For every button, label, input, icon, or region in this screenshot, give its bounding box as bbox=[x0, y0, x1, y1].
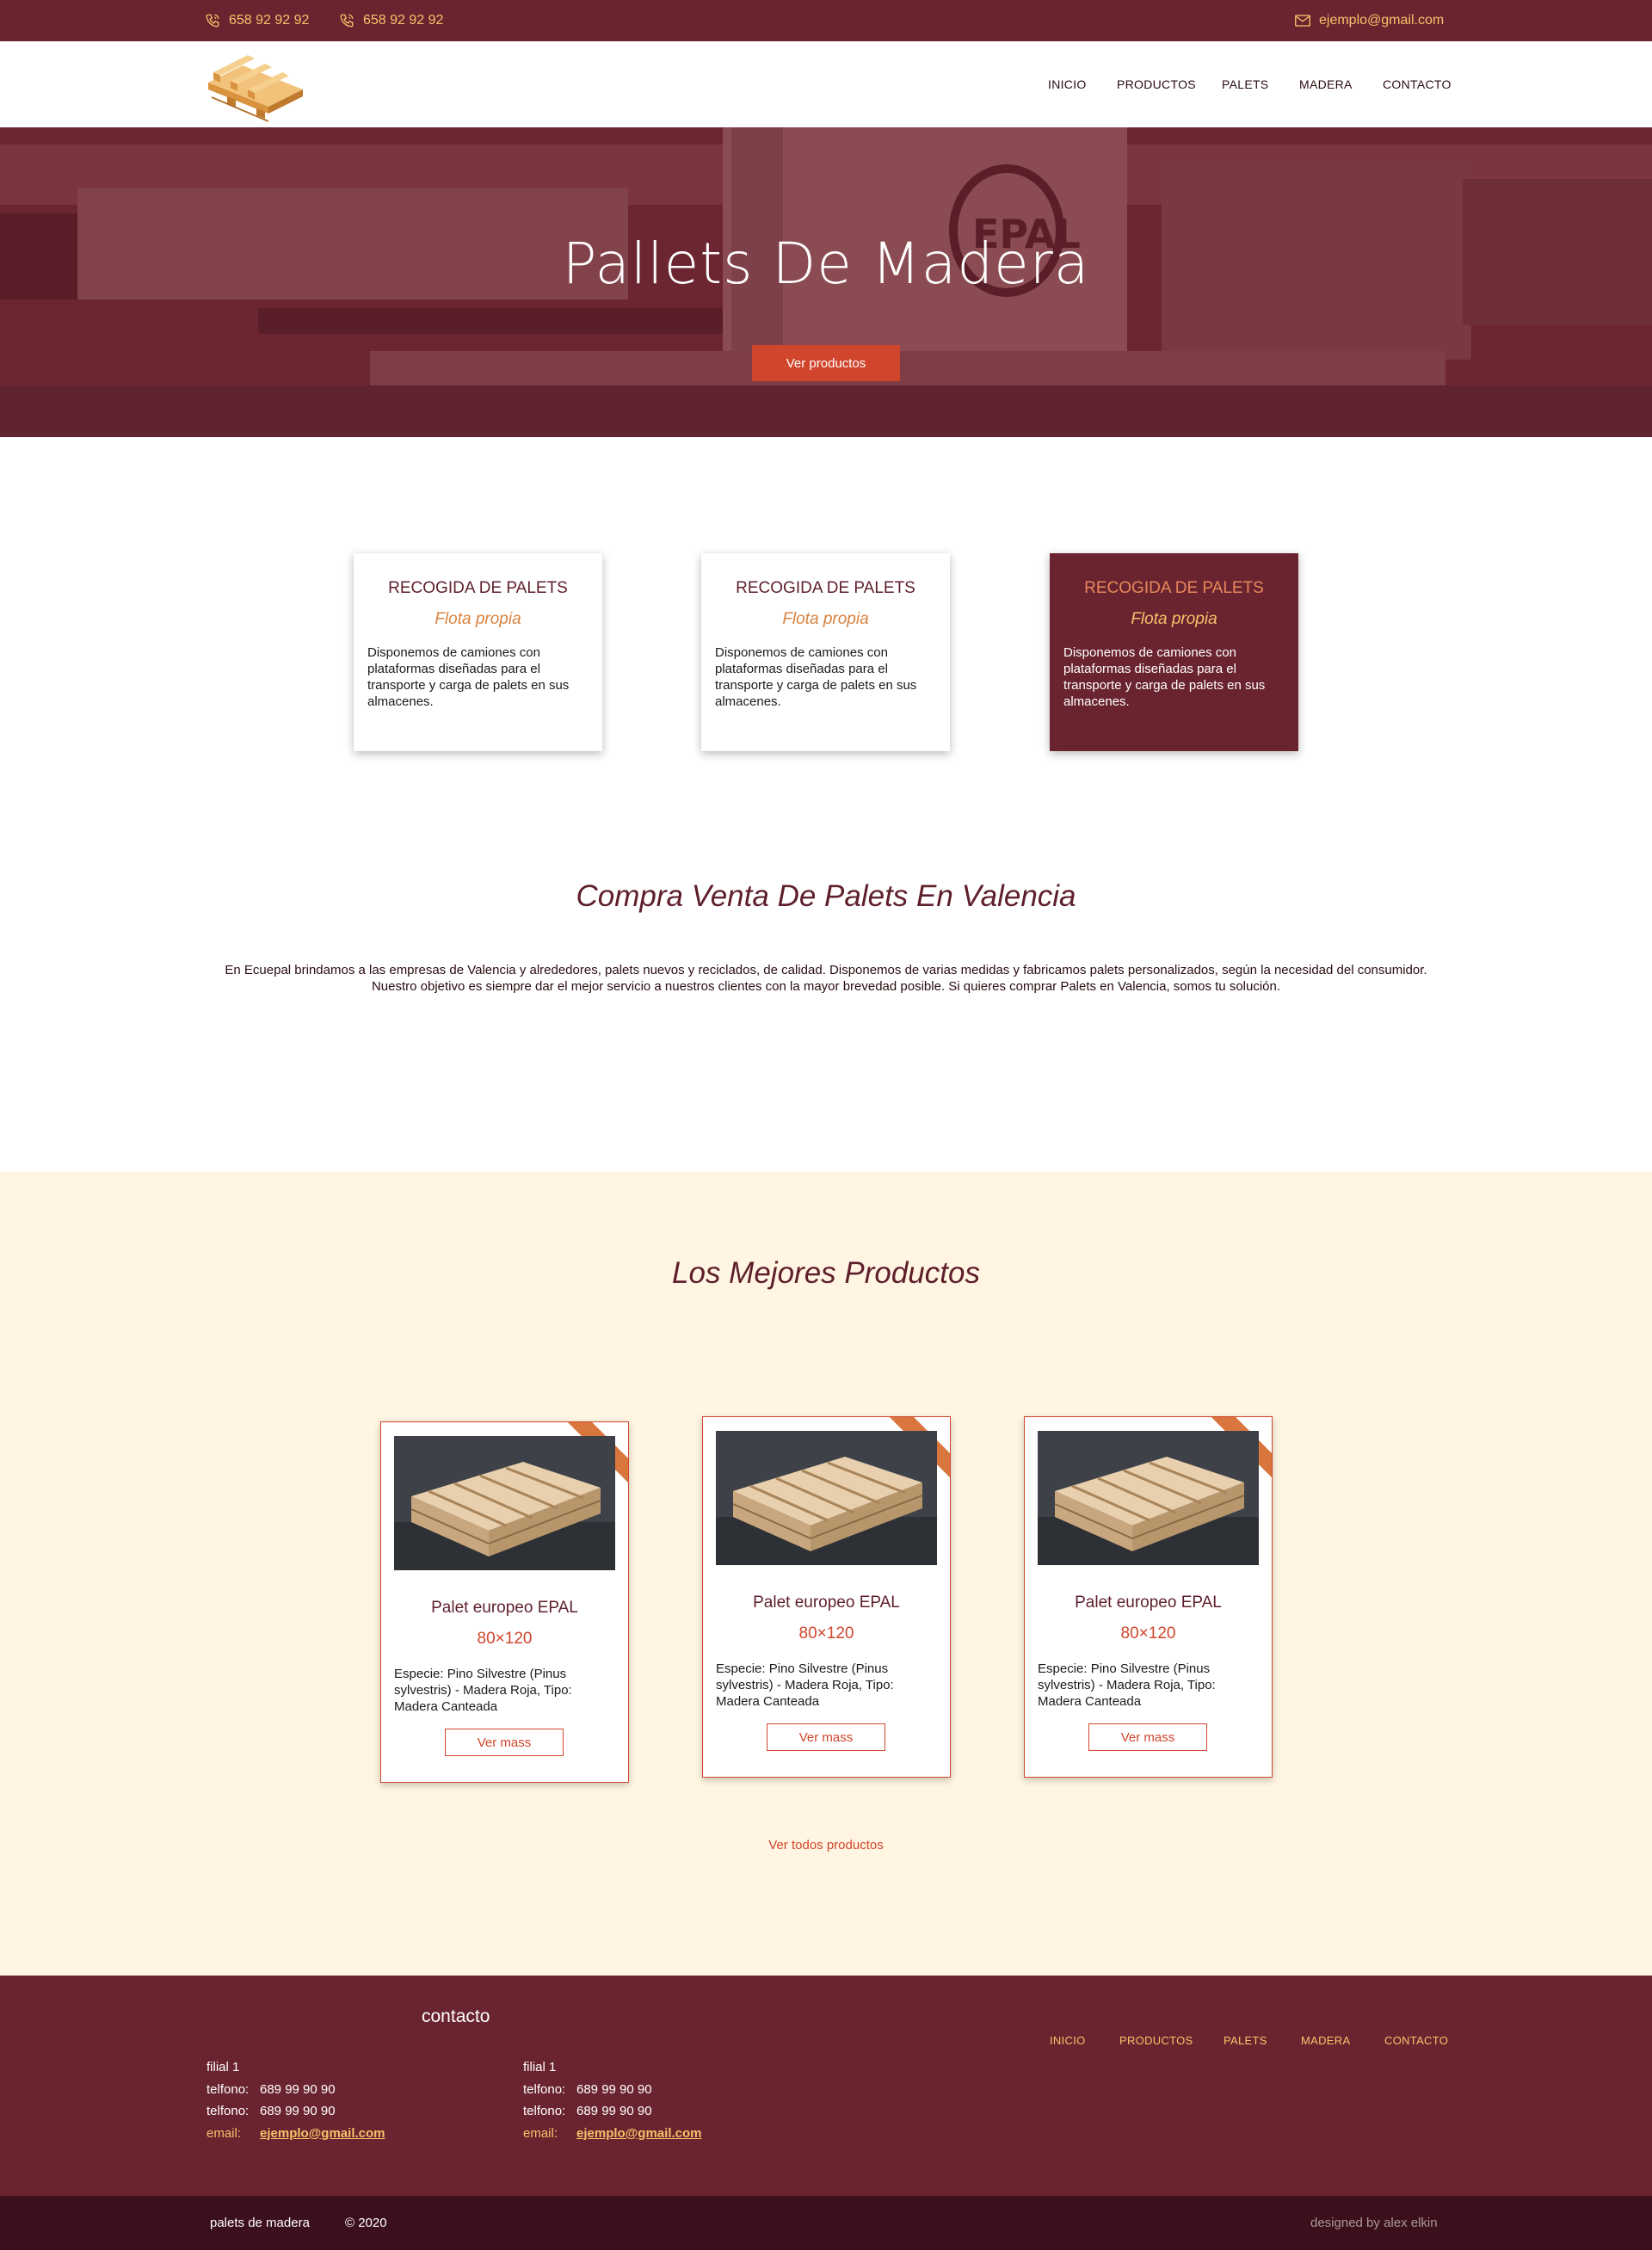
product-name: Palet europeo EPAL bbox=[1075, 1593, 1222, 1612]
view-more-button[interactable]: Ver mass bbox=[767, 1723, 885, 1751]
nav-palets[interactable]: PALETS bbox=[1222, 77, 1268, 91]
pallet-product-image bbox=[394, 1436, 615, 1570]
phone-label: telfono: bbox=[206, 2081, 250, 2097]
hero-banner: EPAL Pallets De Madera Ver productos bbox=[0, 127, 1652, 437]
branch-contact: filial 1 telfono: 689 99 90 90 telfono: 68… bbox=[523, 2056, 702, 2144]
phone-label: telfono: bbox=[523, 2104, 566, 2118]
bottom-bar: palets de madera © 2020 designed by alex… bbox=[0, 2196, 1652, 2250]
envelope-icon bbox=[1295, 15, 1310, 27]
feature-subtitle: Flota propia bbox=[435, 610, 521, 628]
footer-nav-palets[interactable]: PALETS bbox=[1224, 2034, 1267, 2047]
site-header: INICIO PRODUCTOS PALETS MADERA CONTACTO bbox=[0, 41, 1652, 127]
phone-label: telfono: bbox=[206, 2104, 250, 2118]
branch-name: filial 1 bbox=[206, 2060, 240, 2074]
nav-madera[interactable]: MADERA bbox=[1299, 77, 1353, 91]
phone-contact-2[interactable]: 658 92 92 92 bbox=[339, 0, 443, 41]
about-title: Compra Venta De Palets En Valencia bbox=[576, 879, 1076, 913]
feature-text: Disponemos de camiones con plataformas d… bbox=[715, 645, 917, 709]
product-description: Especie: Pino Silvestre (Pinus sylvestri… bbox=[394, 1667, 572, 1714]
product-card[interactable]: nuevo Palet europeo EPAL 80×120 Especie:… bbox=[1024, 1416, 1273, 1778]
feature-card-highlighted: RECOGIDA DE PALETS Flota propia Disponem… bbox=[1050, 553, 1298, 751]
product-name: Palet europeo EPAL bbox=[753, 1593, 900, 1612]
product-name: Palet europeo EPAL bbox=[431, 1599, 578, 1617]
products-section: Los Mejores Productos nuevo Palet europe… bbox=[0, 1172, 1652, 1976]
product-card[interactable]: nuevo Palet europeo EPAL 80×120 Especie:… bbox=[702, 1416, 951, 1778]
branch-phone[interactable]: 689 99 90 90 bbox=[260, 2082, 336, 2097]
email-label: email: bbox=[206, 2125, 242, 2141]
phone-number-2: 658 92 92 92 bbox=[363, 13, 444, 28]
branch-name: filial 1 bbox=[523, 2060, 557, 2074]
feature-card: RECOGIDA DE PALETS Flota propia Disponem… bbox=[354, 553, 602, 751]
view-all-products-link[interactable]: Ver todos productos bbox=[0, 1838, 1652, 1852]
copyright: © 2020 bbox=[345, 2216, 387, 2230]
pallet-product-image bbox=[1038, 1431, 1259, 1565]
feature-title: RECOGIDA DE PALETS bbox=[736, 579, 915, 597]
email-address: ejemplo@gmail.com bbox=[1319, 13, 1445, 28]
product-size: 80×120 bbox=[477, 1630, 533, 1648]
products-title: Los Mejores Productos bbox=[672, 1256, 980, 1290]
footer-nav-madera[interactable]: MADERA bbox=[1301, 2034, 1350, 2047]
feature-title: RECOGIDA DE PALETS bbox=[388, 579, 568, 597]
nav-contacto[interactable]: CONTACTO bbox=[1383, 77, 1452, 91]
phone-icon bbox=[206, 14, 219, 28]
designer-credit[interactable]: designed by alex elkin bbox=[1310, 2196, 1438, 2250]
product-size: 80×120 bbox=[1120, 1624, 1176, 1643]
branch-phone[interactable]: 689 99 90 90 bbox=[576, 2082, 652, 2097]
phone-contact-1[interactable]: 658 92 92 92 bbox=[205, 0, 309, 41]
top-bar: 658 92 92 92 658 92 92 92 ejemplo@gmail.… bbox=[0, 0, 1652, 41]
branch-phone[interactable]: 689 99 90 90 bbox=[576, 2104, 652, 2118]
branch-email-link[interactable]: ejemplo@gmail.com bbox=[576, 2126, 702, 2141]
email-label: email: bbox=[523, 2125, 558, 2141]
phone-label: telfono: bbox=[523, 2081, 566, 2097]
product-description: Especie: Pino Silvestre (Pinus sylvestri… bbox=[1038, 1661, 1216, 1709]
product-card[interactable]: nuevo Palet europeo EPAL 80×120 Especie:… bbox=[380, 1421, 629, 1783]
site-footer: contacto filial 1 telfono: 689 99 90 90 t… bbox=[0, 1976, 1652, 2196]
pallet-product-image bbox=[716, 1431, 937, 1565]
footer-nav-inicio[interactable]: INICIO bbox=[1050, 2034, 1086, 2047]
feature-text: Disponemos de camiones con plataformas d… bbox=[367, 645, 570, 709]
pallet-logo[interactable] bbox=[205, 48, 306, 122]
product-description: Especie: Pino Silvestre (Pinus sylvestri… bbox=[716, 1661, 894, 1709]
branch-email-link[interactable]: ejemplo@gmail.com bbox=[260, 2126, 385, 2141]
nav-inicio[interactable]: INICIO bbox=[1048, 77, 1087, 91]
phone-number-1: 658 92 92 92 bbox=[229, 13, 310, 28]
nav-productos[interactable]: PRODUCTOS bbox=[1117, 77, 1196, 91]
feature-card: RECOGIDA DE PALETS Flota propia Disponem… bbox=[701, 553, 950, 751]
phone-icon bbox=[340, 14, 354, 28]
view-more-button[interactable]: Ver mass bbox=[445, 1729, 564, 1756]
product-size: 80×120 bbox=[798, 1624, 854, 1643]
hero-title: Pallets De Madera bbox=[562, 231, 1090, 297]
brand-name: palets de madera bbox=[210, 2216, 310, 2230]
feature-subtitle: Flota propia bbox=[782, 610, 869, 628]
email-contact[interactable]: ejemplo@gmail.com bbox=[1295, 0, 1444, 41]
feature-text: Disponemos de camiones con plataformas d… bbox=[1063, 645, 1266, 709]
about-text: En Ecuepal brindamos a las empresas de V… bbox=[225, 963, 1427, 994]
branch-phone[interactable]: 689 99 90 90 bbox=[260, 2104, 336, 2118]
view-more-button[interactable]: Ver mass bbox=[1088, 1723, 1207, 1751]
footer-nav-productos[interactable]: PRODUCTOS bbox=[1119, 2034, 1193, 2047]
footer-nav-contacto[interactable]: CONTACTO bbox=[1384, 2034, 1448, 2047]
branch-contact: filial 1 telfono: 689 99 90 90 telfono: 68… bbox=[206, 2056, 385, 2144]
feature-subtitle: Flota propia bbox=[1131, 610, 1217, 628]
view-products-button[interactable]: Ver productos bbox=[752, 345, 900, 381]
footer-title: contacto bbox=[422, 2007, 490, 2026]
feature-title: RECOGIDA DE PALETS bbox=[1084, 579, 1264, 597]
